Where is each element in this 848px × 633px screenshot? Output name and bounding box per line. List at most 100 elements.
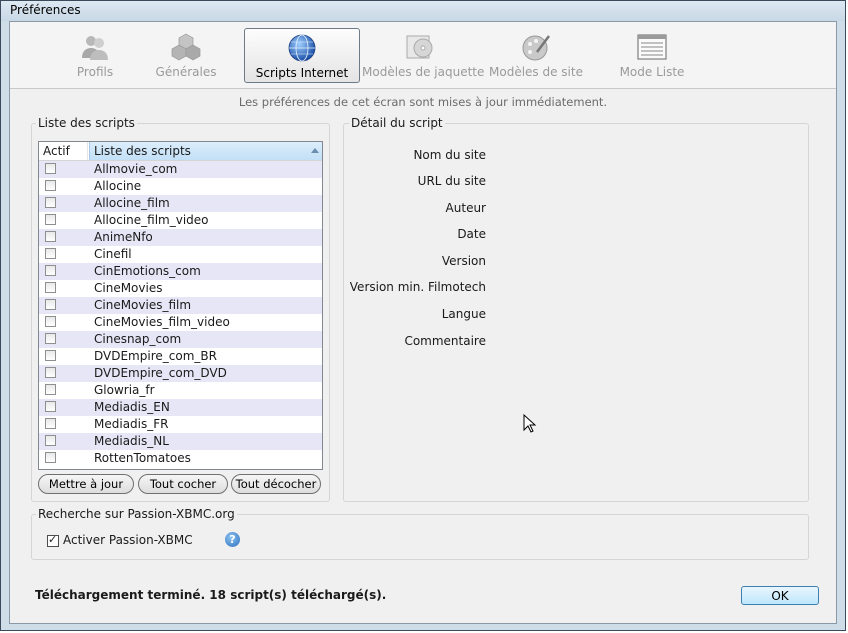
help-icon[interactable]: ? [225, 532, 240, 547]
script-name: Allocine_film_video [94, 213, 209, 227]
script-active-checkbox[interactable] [45, 214, 56, 225]
detail-field-label: Version min. Filmotech [349, 280, 486, 294]
script-name: RottenTomatoes [94, 451, 191, 465]
list-item[interactable]: Allocine_film [39, 195, 322, 212]
sort-ascending-icon [311, 148, 319, 153]
list-item[interactable]: Mediadis_NL [39, 433, 322, 450]
script-active-checkbox[interactable] [45, 333, 56, 344]
script-active-checkbox[interactable] [45, 248, 56, 259]
detail-field-label: Date [457, 227, 486, 241]
list-item[interactable]: AnimeNfo [39, 229, 322, 246]
check-all-button[interactable]: Tout cocher [138, 474, 228, 494]
scripts-group-title: Liste des scripts [36, 116, 137, 130]
script-active-checkbox[interactable] [45, 282, 56, 293]
script-active-checkbox[interactable] [45, 231, 56, 242]
list-window-icon [637, 34, 667, 60]
script-name: Mediadis_NL [94, 434, 169, 448]
tab-scripts-internet[interactable]: Scripts Internet [244, 28, 360, 83]
script-active-checkbox[interactable] [45, 435, 56, 446]
tab-label: Modèles de site [489, 65, 583, 79]
list-item[interactable]: CineMovies_film_video [39, 314, 322, 331]
palette-icon [522, 35, 550, 61]
globe-icon [288, 34, 316, 62]
tab-modeles-site[interactable]: Modèles de site [478, 28, 594, 83]
detail-field-label: URL du site [417, 174, 486, 188]
script-active-checkbox[interactable] [45, 384, 56, 395]
script-name: Allocine [94, 179, 142, 193]
script-active-checkbox[interactable] [45, 180, 56, 191]
script-name: DVDEmpire_com_BR [94, 349, 217, 363]
scripts-list[interactable]: Actif Liste des scripts Allmovie_com Allo… [38, 141, 323, 470]
script-active-checkbox[interactable] [45, 350, 56, 361]
status-text: Téléchargement terminé. 18 script(s) tél… [35, 588, 387, 602]
script-active-checkbox[interactable] [45, 163, 56, 174]
list-item[interactable]: Cinefil [39, 246, 322, 263]
detail-field-label: Auteur [445, 201, 486, 215]
list-item[interactable]: RottenTomatoes [39, 450, 322, 467]
passion-group-title: Recherche sur Passion-XBMC.org [36, 507, 237, 521]
tab-label: Scripts Internet [255, 66, 349, 80]
passion-checkbox[interactable] [47, 533, 59, 547]
list-item[interactable]: Allocine_film_video [39, 212, 322, 229]
info-text: Les préférences de cet écran sont mises … [238, 95, 608, 109]
tab-label: Mode Liste [619, 65, 685, 79]
detail-group-title: Détail du script [349, 116, 445, 130]
script-active-checkbox[interactable] [45, 367, 56, 378]
script-name: Mediadis_FR [94, 417, 169, 431]
script-name: Allmovie_com [94, 162, 178, 176]
list-item[interactable]: CineMovies [39, 280, 322, 297]
list-item[interactable]: DVDEmpire_com_DVD [39, 365, 322, 382]
cubes-icon [171, 33, 201, 61]
tab-label: Générales [155, 65, 217, 79]
script-name: CineMovies_film [94, 298, 192, 312]
script-active-checkbox[interactable] [45, 197, 56, 208]
script-name: Cinesnap_com [94, 332, 182, 346]
passion-checkbox-label[interactable]: Activer Passion-XBMC [63, 533, 193, 547]
list-item[interactable]: Allmovie_com [39, 161, 322, 178]
list-item[interactable]: CinEmotions_com [39, 263, 322, 280]
list-item[interactable]: Allocine [39, 178, 322, 195]
detail-field-label: Langue [441, 307, 486, 321]
uncheck-all-button[interactable]: Tout décocher [231, 474, 321, 494]
detail-field-label: Nom du site [413, 148, 486, 162]
detail-field-label: Commentaire [404, 334, 486, 348]
list-item[interactable]: DVDEmpire_com_BR [39, 348, 322, 365]
script-active-checkbox[interactable] [45, 452, 56, 463]
title-bar[interactable]: Préférences [1, 1, 845, 21]
script-active-checkbox[interactable] [45, 418, 56, 429]
window-title: Préférences [10, 3, 81, 17]
tab-generales[interactable]: Générales [128, 28, 244, 83]
ok-button[interactable]: OK [741, 586, 819, 605]
list-item[interactable]: Glowria_fr [39, 382, 322, 399]
script-active-checkbox[interactable] [45, 316, 56, 327]
mouse-cursor-icon [523, 414, 537, 433]
column-header-active[interactable]: Actif [39, 142, 88, 160]
script-active-checkbox[interactable] [45, 265, 56, 276]
detail-group [343, 123, 809, 502]
list-item[interactable]: CineMovies_film [39, 297, 322, 314]
disc-case-icon [406, 35, 433, 59]
list-header: Actif Liste des scripts [39, 142, 322, 161]
tab-label: Modèles de jaquette [362, 65, 485, 79]
script-name: Mediadis_EN [94, 400, 170, 414]
users-icon [82, 36, 108, 60]
script-name: CinEmotions_com [94, 264, 201, 278]
script-name: Cinefil [94, 247, 132, 261]
detail-field-label: Version [441, 254, 486, 268]
list-item[interactable]: Mediadis_FR [39, 416, 322, 433]
script-active-checkbox[interactable] [45, 299, 56, 310]
preferences-window: Préférences Profils Générales Scripts In… [0, 0, 846, 631]
script-name: AnimeNfo [94, 230, 153, 244]
script-name: CineMovies [94, 281, 163, 295]
tab-mode-liste[interactable]: Mode Liste [594, 28, 710, 83]
script-active-checkbox[interactable] [45, 401, 56, 412]
list-item[interactable]: Cinesnap_com [39, 331, 322, 348]
window-client-area: Profils Générales Scripts Internet Modèl… [9, 21, 837, 624]
script-name: DVDEmpire_com_DVD [94, 366, 227, 380]
column-header-name[interactable]: Liste des scripts [89, 142, 322, 160]
update-button[interactable]: Mettre à jour [38, 474, 134, 494]
preferences-toolbar: Profils Générales Scripts Internet Modèl… [10, 22, 836, 89]
list-item[interactable]: Mediadis_EN [39, 399, 322, 416]
tab-modeles-jaquette[interactable]: Modèles de jaquette [362, 28, 485, 83]
script-name: CineMovies_film_video [94, 315, 230, 329]
